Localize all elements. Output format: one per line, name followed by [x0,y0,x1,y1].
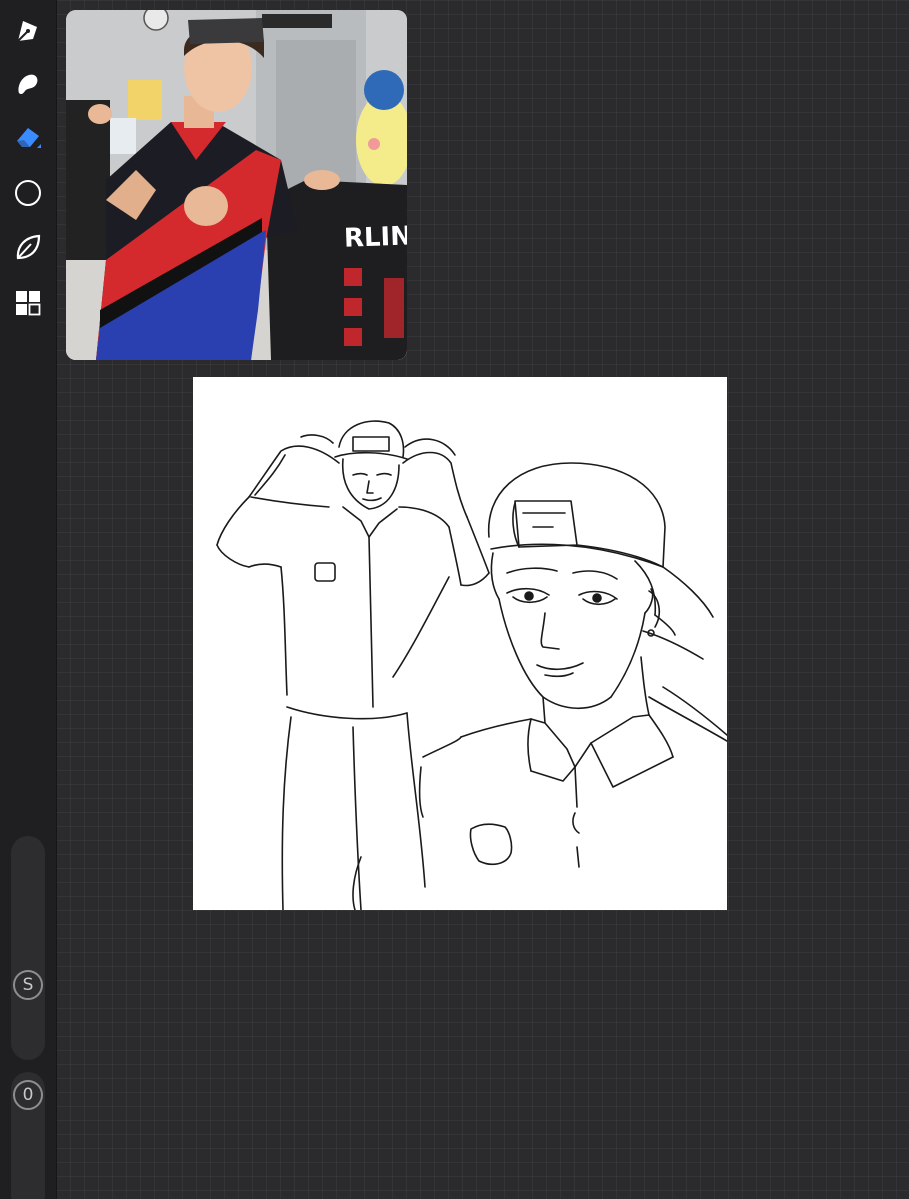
drawing-app: S 0 RLIN [0,0,909,1199]
brush-size-handle[interactable]: S [13,970,43,1000]
opacity-label: 0 [22,1085,34,1105]
drawing-canvas[interactable] [193,377,727,910]
grid-layers-icon [16,291,41,316]
circle-select-icon [15,180,41,206]
brush-size-slider[interactable] [11,836,45,1060]
draw-tool-button[interactable] [10,12,46,48]
left-toolbar: S 0 [0,0,57,1199]
selection-tool-button[interactable] [10,175,46,211]
smudge-tool-button[interactable] [10,66,46,102]
pen-nib-icon [17,21,37,42]
liquify-tool-button[interactable] [10,229,46,265]
leaf-icon [16,234,41,260]
smudge-finger-icon [18,74,38,95]
sketch-artwork [216,420,727,910]
reference-photo: RLIN [66,10,407,360]
brush-size-label: S [22,975,34,995]
jersey-text: RLIN [343,221,407,253]
erase-tool-button[interactable] [10,120,46,156]
reference-photo-panel[interactable]: RLIN [66,10,407,360]
opacity-handle[interactable]: 0 [13,1080,43,1110]
layers-tool-button[interactable] [10,285,46,321]
eraser-icon [17,128,41,148]
